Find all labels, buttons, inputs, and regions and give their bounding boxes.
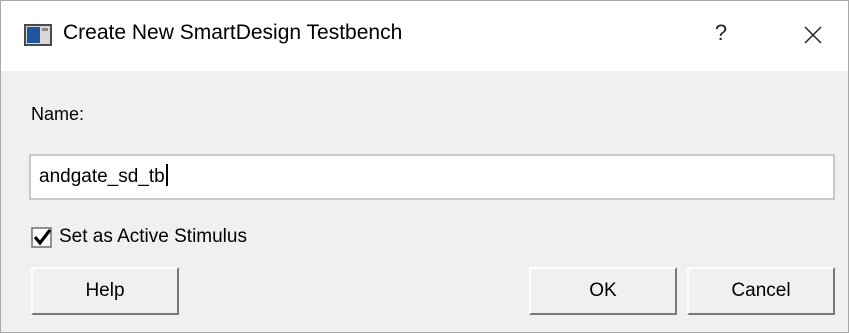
cancel-button[interactable]: Cancel: [687, 267, 835, 315]
application-window-icon: [24, 24, 52, 46]
active-stimulus-checkbox[interactable]: [31, 227, 53, 249]
name-input-value: andgate_sd_tb: [39, 166, 165, 187]
name-label: Name:: [31, 104, 85, 124]
ok-button[interactable]: OK: [529, 267, 677, 315]
window-title: Create New SmartDesign Testbench: [63, 21, 403, 44]
app-icon-pane: [27, 27, 40, 43]
close-x-icon: [804, 26, 822, 44]
app-icon-bar: [42, 28, 48, 31]
checkbox-checked-icon: [31, 227, 52, 248]
close-button[interactable]: [795, 17, 831, 53]
text-caret: [165, 164, 168, 187]
question-mark-icon: ?: [714, 20, 728, 45]
active-stimulus-label[interactable]: Set as Active Stimulus: [59, 226, 247, 248]
create-testbench-dialog: Create New SmartDesign Testbench ? Name:…: [0, 0, 849, 333]
name-input[interactable]: andgate_sd_tb: [29, 154, 835, 200]
help-button[interactable]: Help: [31, 267, 179, 315]
title-bar[interactable]: Create New SmartDesign Testbench ?: [1, 1, 848, 71]
context-help-button[interactable]: ?: [701, 13, 741, 53]
